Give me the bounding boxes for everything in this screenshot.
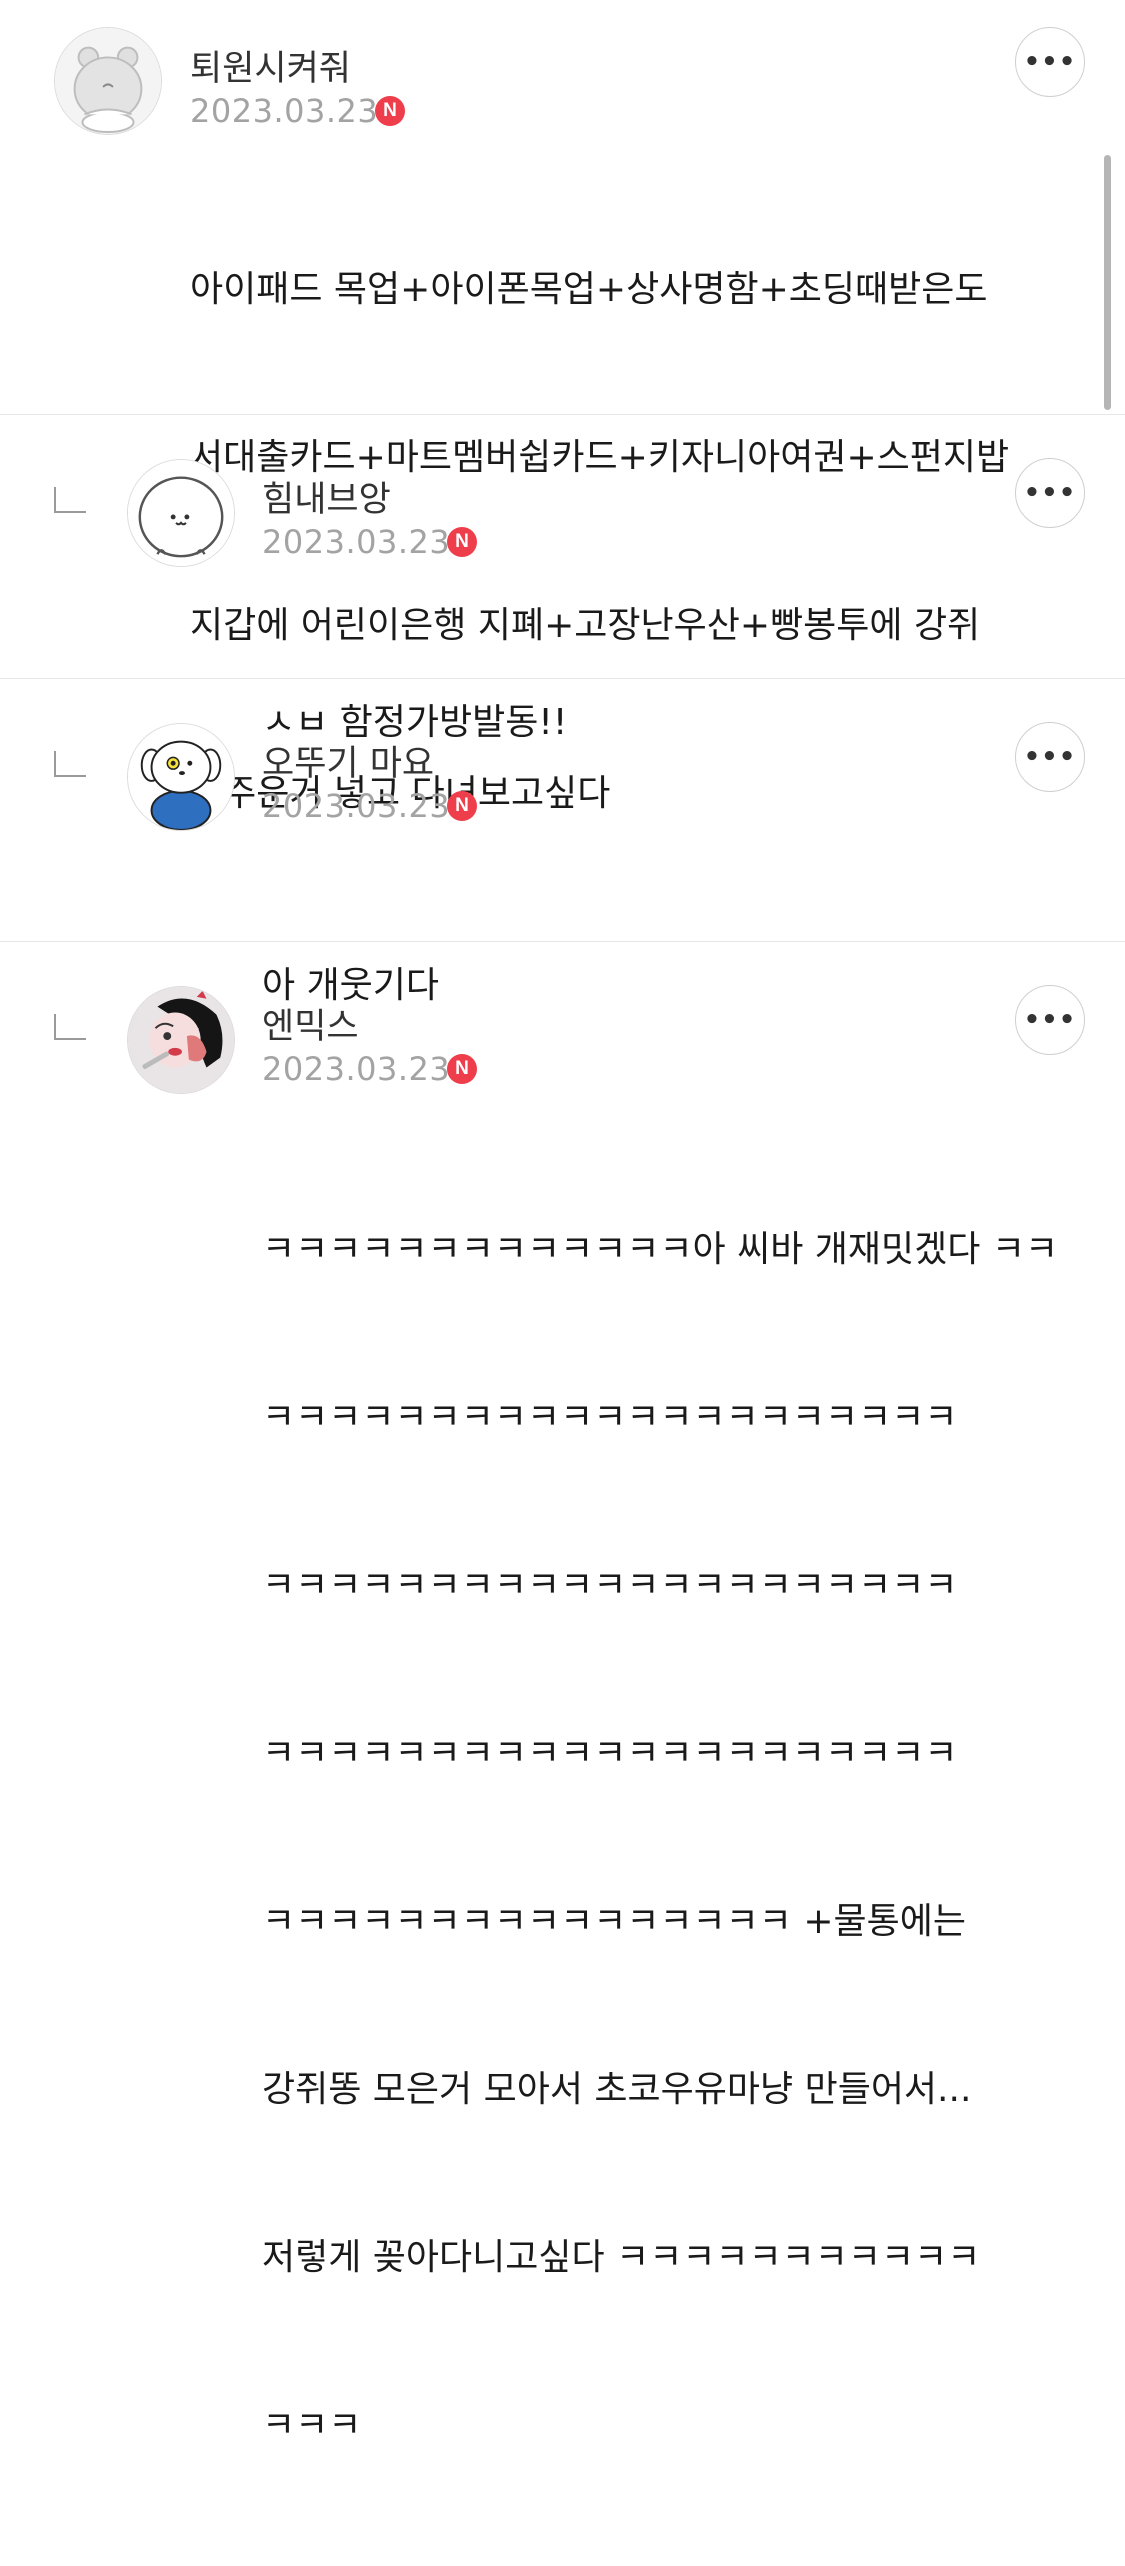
- reply-arrow-icon: [54, 751, 86, 777]
- comment-line: 저렇게 꽂아다니고싶다 ㅋㅋㅋㅋㅋㅋㅋㅋㅋㅋㅋ: [262, 2237, 981, 2278]
- more-options-button[interactable]: •••: [1015, 722, 1085, 792]
- new-badge: N: [447, 1054, 477, 1084]
- avatar[interactable]: [54, 27, 162, 135]
- author-name[interactable]: 엔믹스: [262, 998, 359, 1049]
- new-badge: N: [447, 791, 477, 821]
- illustrated-girl-icon: [128, 987, 234, 1093]
- comment-date: 2023.03.23: [190, 92, 379, 130]
- comment-line: ㅋㅋㅋㅋㅋㅋㅋㅋㅋㅋㅋㅋㅋㅋㅋㅋㅋㅋㅋㅋㅋ: [262, 1397, 958, 1438]
- comment-line: ㅋㅋㅋㅋㅋㅋㅋㅋㅋㅋㅋㅋㅋ아 씨바 개재밋겠다 ㅋㅋ: [262, 1229, 1059, 1270]
- comment-line: 강쥐똥 모은거 모아서 초코우유마냥 만들어서...: [262, 2069, 972, 2110]
- reply-item: 오뚜기 마요 2023.03.23 N ••• 아 개웃기다: [0, 679, 1125, 1006]
- white-seal-character-icon: [128, 460, 234, 566]
- reply-item: 힘내브앙 2023.03.23 N ••• ㅅㅂ 함정가방발동!!: [0, 415, 1125, 743]
- scrollbar[interactable]: [1104, 155, 1111, 410]
- reply-item: 엔믹스 2023.03.23 N ••• ㅋㅋㅋㅋㅋㅋㅋㅋㅋㅋㅋㅋㅋ아 씨바 개…: [0, 942, 1125, 2446]
- avatar[interactable]: [127, 723, 235, 831]
- avatar[interactable]: [127, 459, 235, 567]
- comment-line: ㅋㅋㅋㅋㅋㅋㅋㅋㅋㅋㅋㅋㅋㅋㅋㅋㅋㅋㅋㅋㅋ: [262, 1565, 958, 1606]
- comment-line: ㅋㅋㅋㅋㅋㅋㅋㅋㅋㅋㅋㅋㅋㅋㅋㅋㅋㅋㅋㅋㅋ: [262, 1733, 958, 1774]
- more-options-button[interactable]: •••: [1015, 985, 1085, 1055]
- new-badge: N: [447, 527, 477, 557]
- more-options-button[interactable]: •••: [1015, 458, 1085, 528]
- more-options-button[interactable]: •••: [1015, 27, 1085, 97]
- comment-line: ㅋㅋㅋ: [262, 2405, 362, 2446]
- author-name[interactable]: 힘내브앙: [262, 471, 391, 522]
- new-badge: N: [375, 96, 405, 126]
- comment-date: 2023.03.23: [262, 1050, 451, 1088]
- comment-body: ㅋㅋㅋㅋㅋㅋㅋㅋㅋㅋㅋㅋㅋ아 씨바 개재밋겠다 ㅋㅋ ㅋㅋㅋㅋㅋㅋㅋㅋㅋㅋㅋㅋㅋ…: [262, 1110, 1058, 2566]
- author-name[interactable]: 퇴원시켜줘: [190, 40, 351, 91]
- comment-date: 2023.03.23: [262, 523, 451, 561]
- avatar[interactable]: [127, 986, 235, 1094]
- reply-arrow-icon: [54, 487, 86, 513]
- comment-line: 아이패드 목업+아이폰목업+상사명함+초딩때받은도: [190, 269, 988, 310]
- comment-date: 2023.03.23: [262, 787, 451, 825]
- bear-character-icon: [55, 28, 161, 134]
- comment-line: ㅋㅋㅋㅋㅋㅋㅋㅋㅋㅋㅋㅋㅋㅋㅋㅋ +물통에는: [262, 1901, 967, 1942]
- puppy-character-icon: [128, 724, 234, 830]
- comment-item: 퇴원시켜줘 2023.03.23 N ••• 아이패드 목업+아이폰목업+상사명…: [0, 0, 1125, 814]
- author-name[interactable]: 오뚜기 마요: [262, 735, 434, 786]
- reply-arrow-icon: [54, 1014, 86, 1040]
